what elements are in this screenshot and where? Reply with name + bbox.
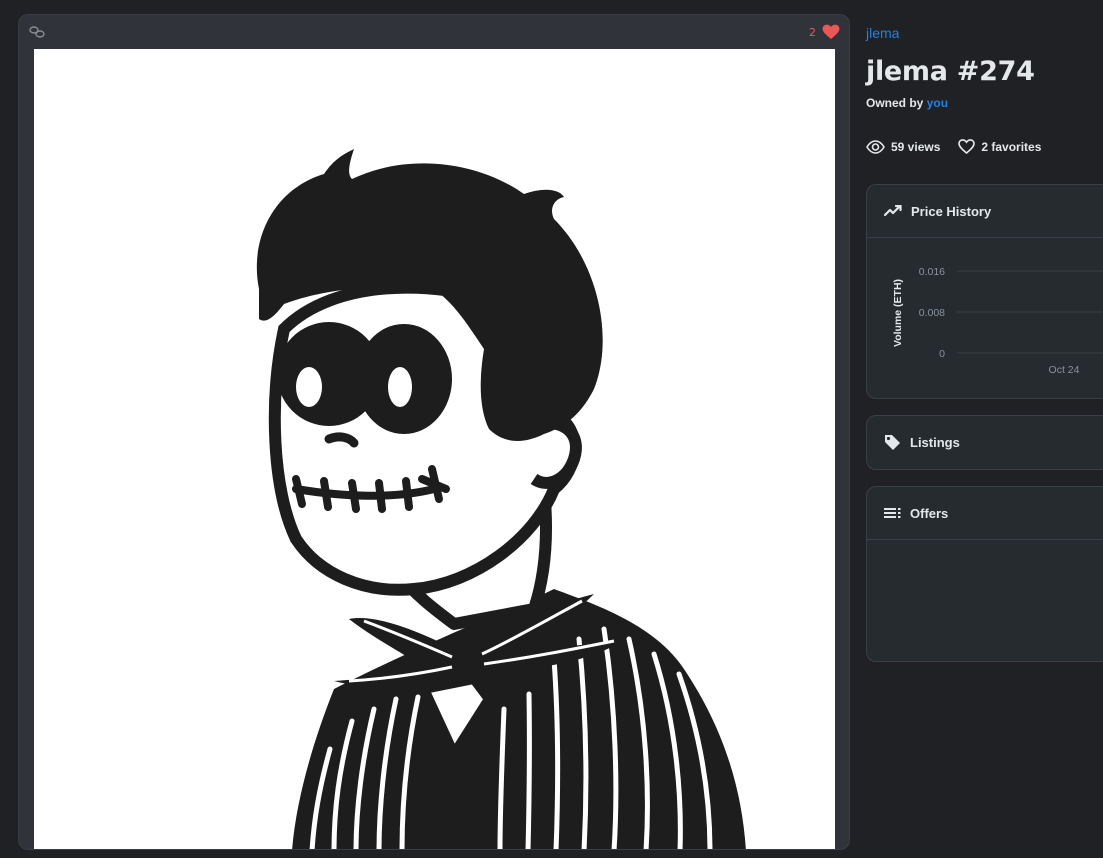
price-history-header[interactable]: Price History xyxy=(867,185,1103,238)
offers-header[interactable]: Offers xyxy=(867,487,1103,540)
offers-title: Offers xyxy=(910,505,949,521)
views-stat: 59 views xyxy=(866,140,940,154)
asset-stats: 59 views 2 favorites xyxy=(866,139,1041,154)
asset-title: jlema #274 xyxy=(866,56,1035,87)
collection-link[interactable]: jlema xyxy=(866,25,899,41)
trend-line-icon xyxy=(884,205,902,217)
heart-outline-icon xyxy=(958,139,976,154)
owned-by-label: Owned by xyxy=(866,96,924,110)
eye-icon xyxy=(866,139,885,154)
tag-icon xyxy=(885,434,900,450)
asset-media-card: 2 xyxy=(18,14,850,850)
nft-artwork-image xyxy=(34,49,835,849)
views-count: 59 views xyxy=(891,139,941,154)
asset-details-column: jlema jlema #274 Owned by you 59 views 2… xyxy=(866,0,1103,858)
owner-line: Owned by you xyxy=(866,96,948,110)
owner-link[interactable]: you xyxy=(927,96,948,110)
link-icon xyxy=(29,26,45,38)
x-tick-label: Oct 24 xyxy=(1049,364,1080,376)
favorite-count: 2 xyxy=(809,26,816,39)
y-tick-label: 0.008 xyxy=(919,307,945,319)
listings-header[interactable]: Listings xyxy=(867,416,1103,468)
skeleton-boy-illustration xyxy=(256,149,746,849)
media-toolbar: 2 xyxy=(19,15,849,49)
price-history-panel: Price History 0.016 0.008 0 Oct 24 Volume (E… xyxy=(866,184,1103,399)
offers-panel: Offers xyxy=(866,486,1103,662)
listings-panel: Listings xyxy=(866,415,1103,470)
price-history-title: Price History xyxy=(911,203,992,219)
favorites-stat[interactable]: 2 favorites xyxy=(958,139,1041,154)
list-icon xyxy=(884,508,901,518)
listings-title: Listings xyxy=(910,434,960,450)
price-history-chart: 0.016 0.008 0 Oct 24 Volume (ETH) xyxy=(892,266,1103,376)
y-tick-label: 0 xyxy=(939,348,945,360)
y-tick-label: 0.016 xyxy=(919,266,945,278)
heart-icon[interactable] xyxy=(822,24,840,40)
favorites-count: 2 favorites xyxy=(981,139,1042,154)
y-axis-label: Volume (ETH) xyxy=(892,279,904,347)
